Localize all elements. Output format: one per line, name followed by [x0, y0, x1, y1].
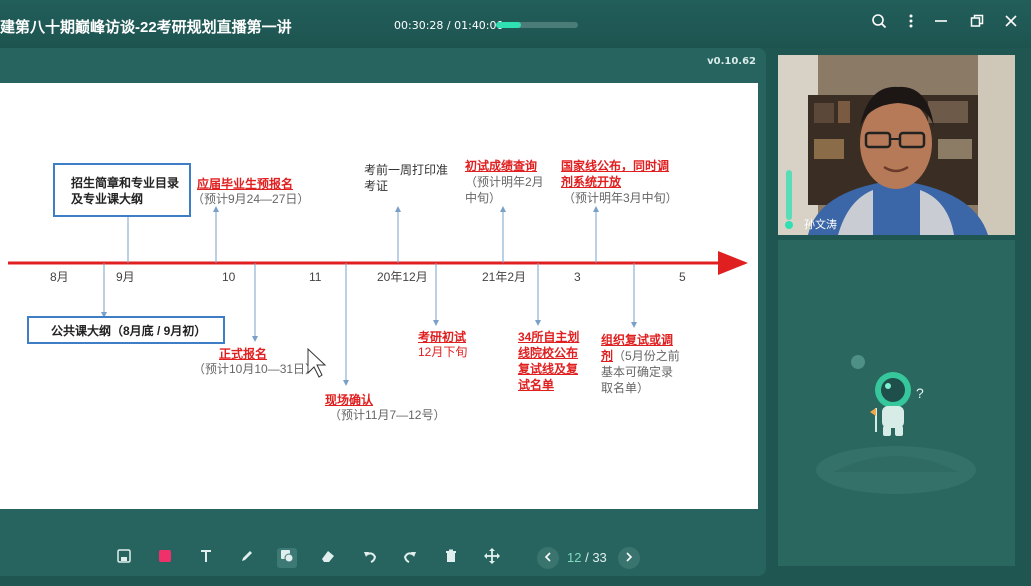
move-icon[interactable]: [482, 548, 502, 568]
chevron-right-icon: [626, 552, 633, 562]
minimize-icon[interactable]: [930, 13, 952, 35]
school-line4: 试名单: [518, 378, 555, 392]
page-separator: /: [581, 550, 593, 565]
print-line1: 考前一周打印准: [364, 163, 449, 177]
prereg-title: 应届毕业生预报名: [197, 177, 294, 191]
save-icon[interactable]: [114, 548, 134, 568]
astronaut-illustration: ?: [816, 355, 976, 494]
retest-line2: 剂: [601, 349, 614, 363]
school-line3: 复试线及复: [518, 362, 579, 376]
exam-title: 考研初试: [418, 330, 467, 344]
confirm-title: 现场确认: [325, 393, 374, 407]
tick-label: 10: [222, 270, 236, 284]
tick-label: 20年12月: [377, 270, 428, 284]
tick-label: 8月: [50, 270, 69, 284]
registration-title: 正式报名: [219, 347, 268, 361]
tick-label: 3: [574, 270, 581, 284]
tick-label: 5: [679, 270, 686, 284]
slide-panel: v0.10.62 8月 9月 10 11 20年12月 21年2月 3 5 招生…: [0, 48, 766, 576]
page-indicator: 12 / 33: [567, 550, 607, 565]
page-current: 12: [567, 550, 582, 565]
svg-text:?: ?: [916, 385, 924, 401]
tick-label: 11: [309, 270, 322, 284]
presenter-video-frame: [778, 55, 1015, 235]
prereg-sub: （预计9月24—27日）: [192, 192, 310, 206]
school-line1: 34所自主划: [518, 330, 580, 344]
score-sub2: 中旬）: [465, 191, 502, 205]
brochure-box: 招生简章和专业目录 及专业课大纲: [53, 163, 191, 217]
close-icon[interactable]: [1000, 13, 1022, 35]
search-zoom-icon[interactable]: [868, 13, 890, 35]
annotation-toolbar: 12 / 33: [0, 538, 766, 578]
next-page-button[interactable]: [618, 547, 640, 569]
prev-page-button[interactable]: [537, 547, 559, 569]
redo-icon[interactable]: [400, 548, 420, 568]
text-icon[interactable]: [196, 548, 216, 568]
retest-line3: 基本可确定录: [601, 365, 674, 379]
print-line2: 考证: [364, 179, 389, 193]
restore-window-icon[interactable]: [966, 13, 988, 35]
school-line2: 线院校公布: [518, 346, 579, 360]
webcam-video[interactable]: 孙文涛: [778, 55, 1015, 235]
title-bar: 建第八十期巅峰访谈-22考研规划直播第一讲 00:30:28 / 01:40:0…: [0, 0, 1031, 48]
chevron-left-icon: [544, 552, 551, 562]
presenter-name: 孙文涛: [804, 219, 837, 231]
trash-icon[interactable]: [441, 548, 461, 568]
version-label: v0.10.62: [707, 56, 756, 67]
playback-time: 00:30:28 / 01:40:00: [394, 19, 504, 32]
public-syllabus-box: 公共课大纲（8月底 / 9月初）: [27, 316, 225, 344]
registration-sub: （预计10月10—31日）: [193, 362, 318, 376]
brochure-line2: 及专业课大纲: [71, 192, 144, 206]
national-line2: 剂系统开放: [561, 175, 622, 189]
color-square-icon[interactable]: [155, 548, 175, 568]
tick-label: 9月: [116, 270, 135, 284]
pen-icon[interactable]: [237, 548, 257, 568]
page-total: 33: [592, 550, 607, 565]
national-line1: 国家线公布，同时调: [561, 159, 670, 173]
retest-line2b: （5月份之前: [613, 349, 680, 363]
playback-progress-bar[interactable]: [496, 22, 578, 28]
exam-sub: 12月下旬: [418, 345, 468, 359]
public-syllabus-label: 公共课大纲（8月底 / 9月初）: [51, 324, 207, 338]
timeline-graphic: [8, 206, 748, 386]
time-separator: /: [443, 19, 455, 32]
time-current: 00:30:28: [394, 19, 444, 32]
eraser-icon[interactable]: [318, 548, 338, 568]
retest-line1: 组织复试或调: [601, 333, 674, 347]
shape-icon[interactable]: [277, 548, 297, 568]
undo-icon[interactable]: [360, 548, 380, 568]
national-sub: （预计明年3月中旬）: [563, 191, 678, 205]
confirm-sub: （预计11月7—12号）: [329, 408, 446, 422]
brochure-line1: 招生简章和专业目录: [71, 176, 180, 190]
playback-progress-fill: [496, 22, 521, 28]
score-sub1: （预计明年2月: [465, 175, 544, 189]
tick-label: 21年2月: [482, 270, 527, 284]
more-vertical-icon[interactable]: [900, 13, 922, 35]
side-panel: ?: [778, 240, 1015, 566]
score-title: 初试成绩查询: [465, 159, 538, 173]
window-title: 建第八十期巅峰访谈-22考研规划直播第一讲: [0, 19, 292, 36]
slide-canvas[interactable]: 8月 9月 10 11 20年12月 21年2月 3 5 招生简章和专业目录 及…: [0, 83, 758, 509]
retest-line2-wrap: 剂（5月份之前: [601, 349, 680, 364]
retest-line4: 取名单）: [601, 381, 650, 395]
